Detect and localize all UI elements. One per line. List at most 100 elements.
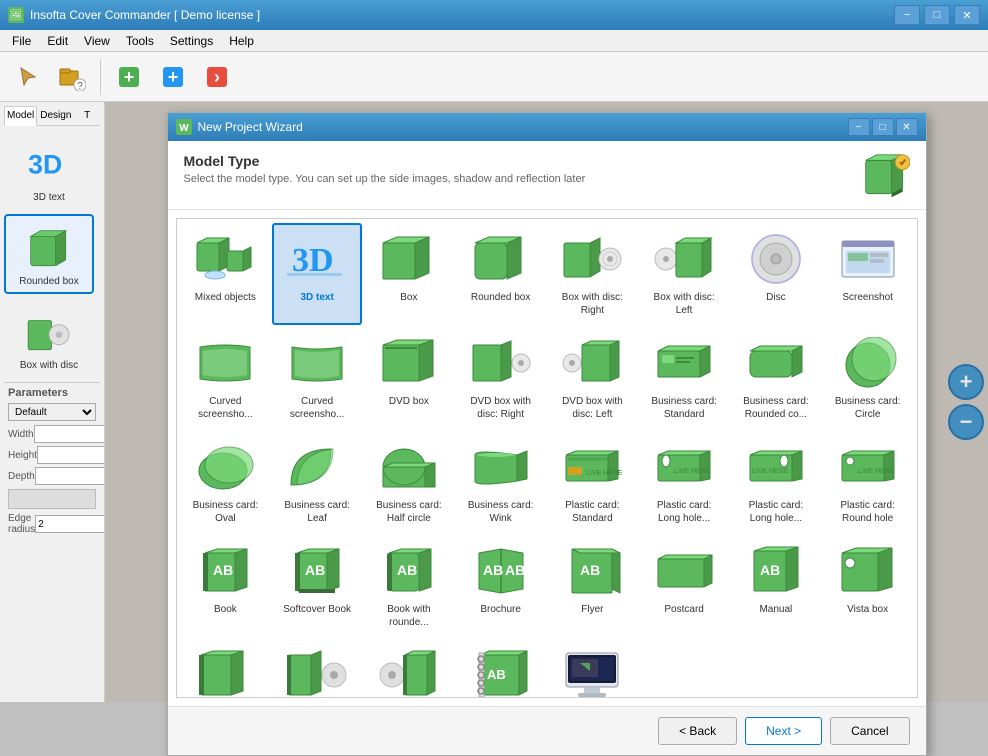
svg-text:LIVE HERE: LIVE HERE <box>858 468 895 475</box>
maximize-button[interactable]: □ <box>924 5 950 25</box>
back-button[interactable]: < Back <box>658 717 737 745</box>
boxdisc-sidebar-icon <box>24 308 74 358</box>
model-item-bluray-box[interactable]: Blu-ray box <box>181 639 271 698</box>
model-item-vista-box[interactable]: Vista box <box>823 535 913 637</box>
model-icon-biz-standard <box>652 335 716 391</box>
depth-slider[interactable] <box>8 489 96 509</box>
param-height-input[interactable] <box>37 446 105 464</box>
minimize-button[interactable]: − <box>894 5 920 25</box>
model-item-dvd-disc-left[interactable]: DVD box with disc: Left <box>548 327 638 429</box>
dialog-body: Mixed objects 3D 3D text <box>168 210 926 706</box>
toolbar: ? + + › <box>0 52 988 102</box>
sidebar-item-3dtext[interactable]: 3D 3D text <box>4 130 94 210</box>
model-item-biz-leaf[interactable]: Business card: Leaf <box>272 431 362 533</box>
model-item-plastic-roundhole[interactable]: LIVE HERE Plastic card: Round hole <box>823 431 913 533</box>
param-default-select[interactable]: Default <box>8 403 96 421</box>
model-icon-biz-rounded <box>744 335 808 391</box>
model-item-box-disc-left[interactable]: Box with disc: Left <box>639 223 729 325</box>
model-icon-spiral-bound: AB <box>469 647 533 698</box>
model-item-plastic-standard[interactable]: LIVE HERE Plastic card: Standard <box>548 431 638 533</box>
model-label-plastic-longhole2: Plastic card: Long hole... <box>737 499 815 525</box>
param-edgeradius-input[interactable] <box>35 515 105 533</box>
param-width-input[interactable] <box>34 425 105 443</box>
param-edgeradius-row: Edge radius <box>8 513 96 535</box>
menu-settings[interactable]: Settings <box>162 32 221 50</box>
model-label-mixed-objects: Mixed objects <box>195 291 256 304</box>
model-item-manual[interactable]: AB Manual <box>731 535 821 637</box>
model-item-dvd-box[interactable]: DVD box <box>364 327 454 429</box>
model-item-imac[interactable]: iMac <box>548 639 638 698</box>
model-label-box: Box <box>400 291 417 304</box>
model-item-curved-screen1[interactable]: Curved screensho... <box>181 327 271 429</box>
model-item-biz-halfcircle[interactable]: Business card: Half circle <box>364 431 454 533</box>
param-width-row: Width <box>8 425 96 443</box>
model-item-mixed-objects[interactable]: Mixed objects <box>181 223 271 325</box>
model-icon-book-rounded: AB <box>377 543 441 599</box>
params-section: Parameters Default Width Height Depth Ed… <box>4 382 100 542</box>
dialog-minimize-button[interactable]: − <box>848 118 870 136</box>
model-item-spiral-bound[interactable]: AB Spiral bound book <box>456 639 546 698</box>
cancel-button[interactable]: Cancel <box>830 717 909 745</box>
svg-text:?: ? <box>77 81 83 91</box>
dialog-maximize-button[interactable]: □ <box>872 118 894 136</box>
menu-view[interactable]: View <box>76 32 118 50</box>
toolbar-open[interactable]: ? <box>52 57 92 97</box>
model-item-biz-rounded[interactable]: Business card: Rounded co... <box>731 327 821 429</box>
model-icon-biz-oval <box>193 439 257 495</box>
model-item-3dtext[interactable]: 3D 3D text <box>272 223 362 325</box>
model-item-biz-wink[interactable]: Business card: Wink <box>456 431 546 533</box>
model-label-vista-box: Vista box <box>847 603 888 616</box>
model-item-book-rounded[interactable]: AB Book with rounde... <box>364 535 454 637</box>
sidebar-item-boxdisc[interactable]: Box with disc <box>4 298 94 378</box>
model-item-disc[interactable]: Disc <box>731 223 821 325</box>
sidebar-boxdisc-label: Box with disc <box>20 360 78 372</box>
roundedbox-sidebar-icon <box>24 224 74 274</box>
model-item-brochure[interactable]: AB AB Brochure <box>456 535 546 637</box>
model-item-biz-oval[interactable]: Business card: Oval <box>181 431 271 533</box>
tab-design[interactable]: Design <box>37 106 74 125</box>
model-item-screenshot[interactable]: Screenshot <box>823 223 913 325</box>
model-item-plastic-longhole2[interactable]: LIVE HERE Plastic card: Long hole... <box>731 431 821 533</box>
model-label-plastic-standard: Plastic card: Standard <box>554 499 632 525</box>
toolbar-cursor[interactable] <box>8 57 48 97</box>
menu-edit[interactable]: Edit <box>39 32 76 50</box>
model-item-softcover[interactable]: AB Softcover Book <box>272 535 362 637</box>
model-item-curved-screen2[interactable]: Curved screensho... <box>272 327 362 429</box>
model-item-rounded-box[interactable]: Rounded box <box>456 223 546 325</box>
model-label-box-disc-right: Box with disc: Right <box>554 291 632 317</box>
dialog-close-button[interactable]: ✕ <box>896 118 918 136</box>
tab-t[interactable]: T <box>74 106 100 125</box>
model-item-bluray-disc-right[interactable]: Blu-ray with disc: Right <box>272 639 362 698</box>
close-button[interactable]: ✕ <box>954 5 980 25</box>
menu-tools[interactable]: Tools <box>118 32 162 50</box>
next-button[interactable]: Next > <box>745 717 822 745</box>
model-label-book-rounded: Book with rounde... <box>370 603 448 629</box>
model-label-box-disc-left: Box with disc: Left <box>645 291 723 317</box>
toolbar-add-blue[interactable]: + <box>153 57 193 97</box>
model-item-dvd-disc-right[interactable]: DVD box with disc: Right <box>456 327 546 429</box>
model-icon-biz-wink <box>469 439 533 495</box>
menu-help[interactable]: Help <box>221 32 262 50</box>
tab-model[interactable]: Model <box>4 106 37 126</box>
titlebar-controls: − □ ✕ <box>894 5 980 25</box>
sidebar-item-roundedbox[interactable]: Rounded box <box>4 214 94 294</box>
menu-file[interactable]: File <box>4 32 39 50</box>
param-depth-input[interactable] <box>35 467 105 485</box>
model-icon-manual: AB <box>744 543 808 599</box>
toolbar-arrow[interactable]: › <box>197 57 237 97</box>
model-label-disc: Disc <box>766 291 785 304</box>
model-item-biz-standard[interactable]: Business card: Standard <box>639 327 729 429</box>
model-item-box[interactable]: Box <box>364 223 454 325</box>
model-label-curved-screen1: Curved screensho... <box>187 395 265 421</box>
model-item-flyer[interactable]: AB Flyer <box>548 535 638 637</box>
model-icon-plastic-roundhole: LIVE HERE <box>836 439 900 495</box>
model-item-plastic-longhole[interactable]: LIVE HERE Plastic card: Long hole... <box>639 431 729 533</box>
model-item-postcard[interactable]: Postcard <box>639 535 729 637</box>
model-item-box-disc-right[interactable]: Box with disc: Right <box>548 223 638 325</box>
model-item-biz-circle[interactable]: Business card: Circle <box>823 327 913 429</box>
model-item-bluray-disc-left[interactable]: Blu-ray with disc: Left <box>364 639 454 698</box>
model-label-dvd-box: DVD box <box>389 395 429 408</box>
model-label-dvd-disc-right: DVD box with disc: Right <box>462 395 540 421</box>
model-item-book[interactable]: AB Book <box>181 535 271 637</box>
toolbar-add-green[interactable]: + <box>109 57 149 97</box>
